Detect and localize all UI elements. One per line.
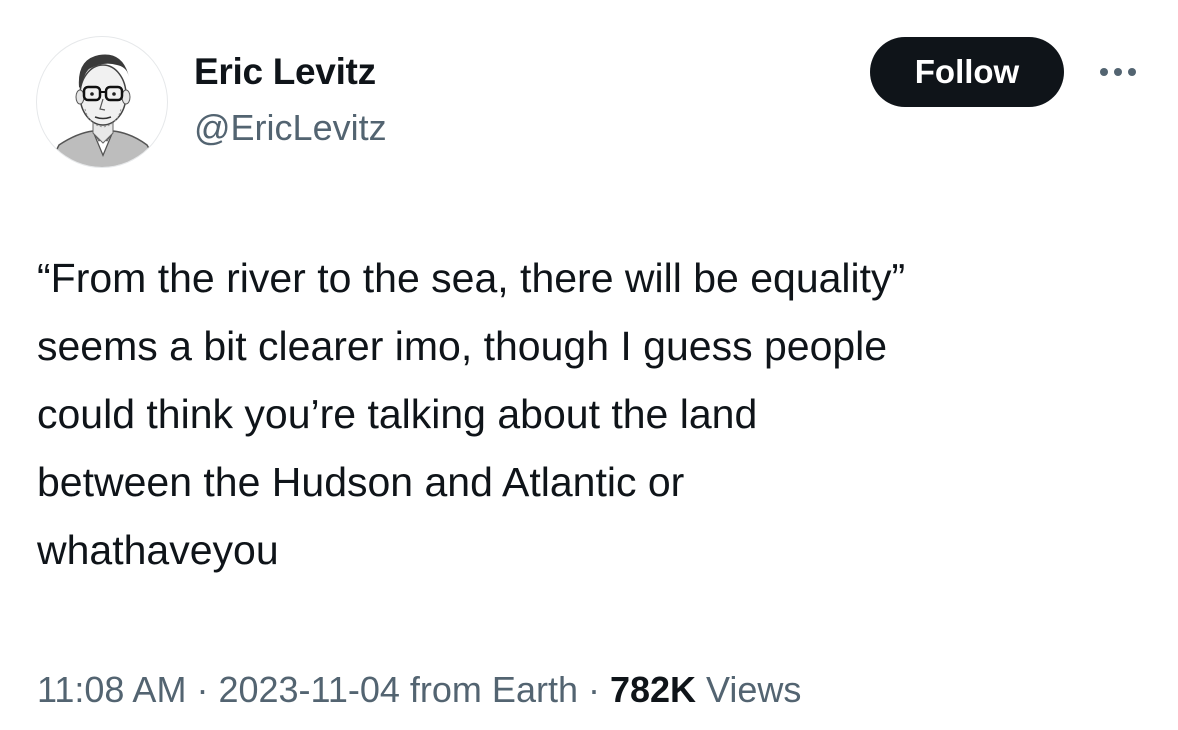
tweet-time[interactable]: 11:08 AM [37, 669, 186, 710]
meta-separator: · [186, 669, 219, 710]
tweet-date[interactable]: 2023-11-04 [218, 669, 399, 710]
tweet-meta: 11:08 AM · 2023-11-04 from Earth · 782K … [37, 666, 801, 714]
tweet-text-line: whathaveyou [37, 527, 279, 573]
tweet-source: from Earth [399, 669, 578, 710]
views-label: Views [696, 669, 802, 710]
more-options-button[interactable] [1092, 60, 1144, 84]
tweet-text-line: seems a bit clearer imo, though I guess … [37, 323, 888, 369]
tweet-text-line: “From the river to the sea, there will b… [37, 255, 906, 301]
author-avatar[interactable] [36, 36, 168, 168]
tweet-text-line: between the Hudson and Atlantic or [37, 459, 685, 505]
meta-separator: · [577, 669, 610, 710]
views-count[interactable]: 782K [610, 669, 696, 710]
follow-button[interactable]: Follow [870, 37, 1064, 107]
tweet-text-line: could think you’re talking about the lan… [37, 391, 758, 437]
author-display-name[interactable]: Eric Levitz [194, 50, 376, 94]
avatar-portrait-sketch-icon [47, 54, 161, 167]
more-horizontal-icon [1100, 68, 1136, 76]
tweet-text: “From the river to the sea, there will b… [37, 244, 1147, 584]
tweet-card: Eric Levitz @EricLevitz Follow “From the… [0, 0, 1178, 730]
author-handle[interactable]: @EricLevitz [194, 106, 387, 150]
